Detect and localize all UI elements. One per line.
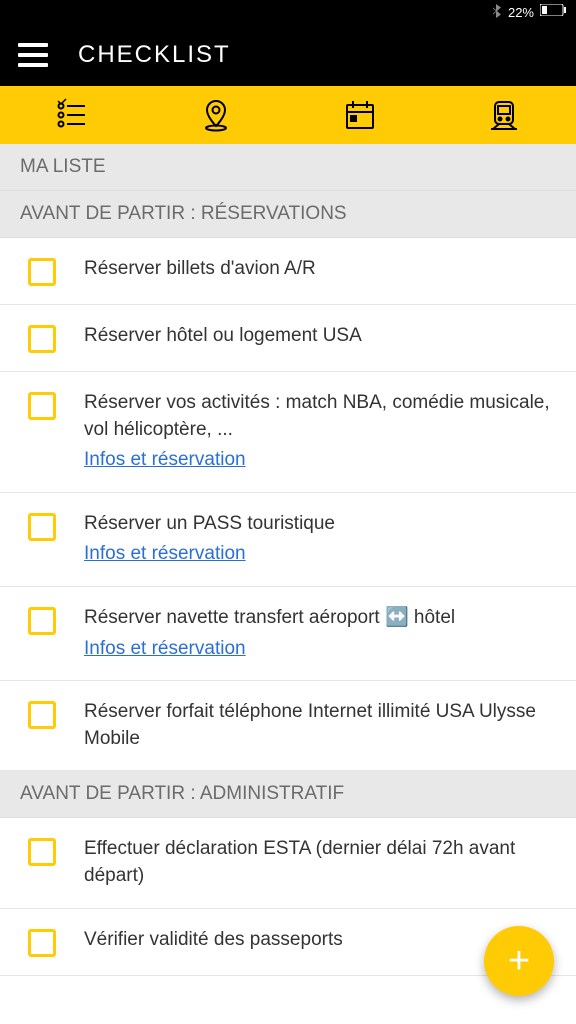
- list-item: Réserver billets d'avion A/R: [0, 238, 576, 305]
- checkbox[interactable]: [28, 392, 56, 420]
- checkbox[interactable]: [28, 258, 56, 286]
- item-text: Réserver vos activités : match NBA, comé…: [84, 392, 550, 440]
- section-administratif: AVANT DE PARTIR : ADMINISTRATIF: [0, 771, 576, 818]
- app-header: CHECKLIST: [0, 24, 576, 86]
- item-text: Réserver un PASS touristique: [84, 513, 335, 534]
- menu-button[interactable]: [18, 43, 48, 67]
- add-button[interactable]: +: [484, 926, 554, 996]
- checkbox[interactable]: [28, 607, 56, 635]
- list-item: Réserver vos activités : match NBA, comé…: [0, 372, 576, 493]
- item-text: Réserver billets d'avion A/R: [84, 256, 556, 283]
- checkbox[interactable]: [28, 929, 56, 957]
- item-text: Réserver forfait téléphone Internet illi…: [84, 699, 556, 752]
- tab-calendar[interactable]: [288, 86, 432, 144]
- item-text: Réserver hôtel ou logement USA: [84, 323, 556, 350]
- plus-icon: +: [508, 942, 530, 980]
- info-link[interactable]: Infos et réservation: [84, 447, 246, 474]
- section-ma-liste: MA LISTE: [0, 144, 576, 191]
- list-item: Réserver un PASS touristique Infos et ré…: [0, 493, 576, 587]
- tab-checklist[interactable]: [0, 86, 144, 144]
- battery-icon: [540, 3, 566, 21]
- tab-bar: [0, 86, 576, 144]
- status-bar: 22%: [0, 0, 576, 24]
- info-link[interactable]: Infos et réservation: [84, 636, 246, 663]
- info-link[interactable]: Infos et réservation: [84, 541, 246, 568]
- item-text: Effectuer déclaration ESTA (dernier déla…: [84, 836, 556, 889]
- bluetooth-icon: [492, 4, 502, 21]
- list-item: Effectuer déclaration ESTA (dernier déla…: [0, 818, 576, 908]
- checkbox[interactable]: [28, 838, 56, 866]
- list-item: Réserver navette transfert aéroport ↔️ h…: [0, 587, 576, 681]
- list-item: Réserver forfait téléphone Internet illi…: [0, 681, 576, 771]
- checkbox[interactable]: [28, 513, 56, 541]
- tab-map[interactable]: [144, 86, 288, 144]
- battery-percent: 22%: [508, 5, 534, 20]
- list-item: Réserver hôtel ou logement USA: [0, 305, 576, 372]
- section-reservations: AVANT DE PARTIR : RÉSERVATIONS: [0, 191, 576, 238]
- item-text: Réserver navette transfert aéroport ↔️ h…: [84, 607, 455, 628]
- checkbox[interactable]: [28, 325, 56, 353]
- tab-transport[interactable]: [432, 86, 576, 144]
- page-title: CHECKLIST: [78, 41, 231, 69]
- checkbox[interactable]: [28, 701, 56, 729]
